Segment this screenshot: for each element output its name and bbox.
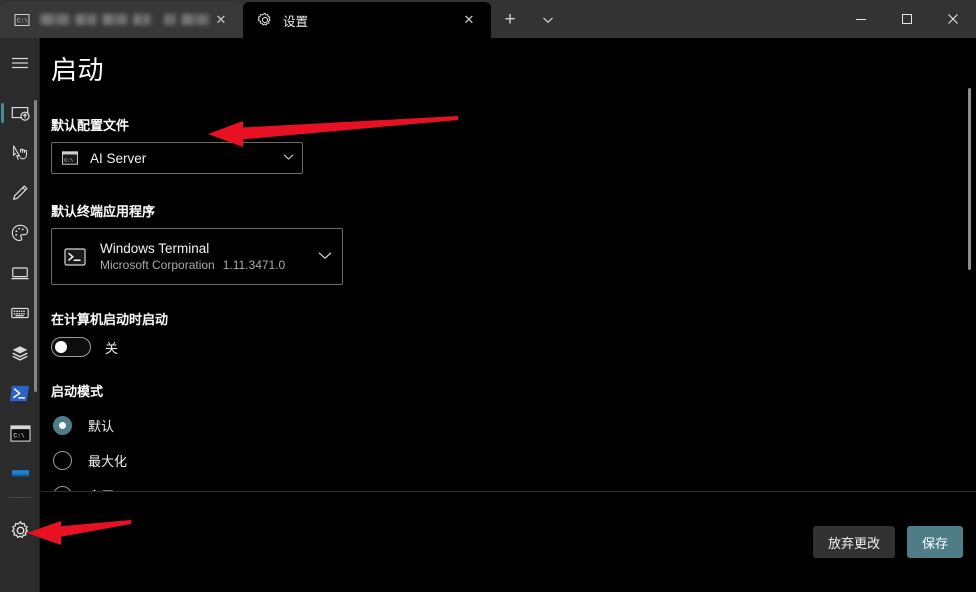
radio-maximized[interactable]: [53, 451, 72, 470]
maximize-button[interactable]: [884, 0, 930, 38]
cursor-hand-icon: [13, 145, 27, 160]
sidebar-divider: [8, 497, 31, 498]
tab-close-icon[interactable]: ✕: [457, 8, 481, 32]
tab-close-icon[interactable]: ✕: [209, 8, 233, 32]
setting-launch-mode: 启动模式 默认 最大化 全屏: [51, 381, 976, 491]
launch-on-startup-label: 在计算机启动时启动: [51, 312, 169, 327]
settings-scroll-area: 启动 默认配置文件 C:\ AI Server 默认终端应用程序 Windows…: [41, 38, 976, 492]
default-terminal-publisher-row: Microsoft Corporation 1.11.3471.0: [100, 257, 312, 274]
chevron-down-icon: [283, 153, 294, 163]
maximize-icon: [902, 14, 912, 24]
default-profile-value: AI Server: [90, 150, 147, 166]
svg-text:C:\: C:\: [13, 432, 25, 439]
discard-changes-button[interactable]: 放弃更改: [812, 526, 895, 558]
minimize-button[interactable]: [838, 0, 884, 38]
pencil-icon: [13, 185, 28, 200]
default-terminal-publisher: Microsoft Corporation: [100, 257, 215, 272]
sidebar-item-open-json-settings[interactable]: [0, 510, 40, 550]
window-controls: [838, 0, 976, 38]
radio-default[interactable]: [53, 416, 72, 435]
radio-maximized-label: 最大化: [88, 454, 128, 469]
new-tab-button[interactable]: +: [491, 2, 529, 38]
default-profile-dropdown[interactable]: C:\ AI Server: [51, 142, 303, 174]
setting-launch-on-startup: 在计算机启动时启动 关: [51, 309, 976, 357]
default-terminal-info: Windows Terminal Microsoft Corporation 1.…: [100, 240, 312, 274]
setting-default-terminal: 默认终端应用程序 Windows Terminal Microsoft Corp…: [51, 201, 976, 285]
close-window-button[interactable]: [930, 0, 976, 38]
layers-icon: [12, 346, 28, 361]
hamburger-icon: [12, 57, 28, 69]
tab-strip: C:\ ✕ 设置 ✕ +: [0, 0, 567, 38]
hamburger-menu-button[interactable]: [0, 41, 40, 85]
terminal-icon: [64, 246, 86, 268]
powershell-icon: [9, 385, 29, 401]
save-button[interactable]: 保存: [906, 526, 963, 558]
radio-default-label: 默认: [88, 419, 115, 434]
tab-terminal-session[interactable]: C:\ ✕: [0, 2, 243, 38]
close-icon: [948, 14, 958, 24]
monitor-icon: [11, 267, 29, 280]
palette-icon: [11, 224, 29, 242]
azure-icon: [11, 470, 29, 477]
default-terminal-dropdown[interactable]: Windows Terminal Microsoft Corporation 1.…: [51, 228, 343, 285]
launch-mode-option-default[interactable]: 默认: [51, 408, 976, 443]
setting-default-profile: 默认配置文件 C:\ AI Server: [51, 115, 976, 174]
sidebar-scrollbar[interactable]: [34, 100, 37, 392]
page-title: 启动: [51, 55, 105, 85]
toggle-knob: [55, 341, 67, 353]
sidebar-item-azure-cloud-shell-profile[interactable]: [0, 453, 40, 493]
windows-terminal-settings-window: C:\ ✕ 设置 ✕ + C:\ 启动 默认配置文件 C:\ AI Server…: [0, 0, 976, 592]
startup-icon: [11, 106, 30, 121]
tab-dropdown-button[interactable]: [529, 2, 567, 38]
gear-icon: [257, 12, 273, 28]
launch-on-startup-state: 关: [105, 340, 119, 356]
default-terminal-label: 默认终端应用程序: [51, 204, 156, 219]
chevron-down-icon: [543, 17, 553, 24]
launch-on-startup-row: 关: [51, 337, 976, 357]
settings-content: 启动 默认配置文件 C:\ AI Server 默认终端应用程序 Windows…: [41, 38, 976, 592]
settings-footer: 放弃更改 保存: [41, 492, 976, 592]
default-terminal-value: Windows Terminal: [100, 240, 210, 256]
launch-mode-label: 启动模式: [51, 384, 104, 399]
cmd-icon: C:\: [62, 150, 78, 166]
tab-settings[interactable]: 设置 ✕: [243, 2, 491, 38]
sidebar-item-command-prompt-profile[interactable]: C:\: [0, 413, 40, 453]
tab-label: 设置: [283, 14, 309, 29]
redacted-tab-title: [40, 14, 209, 25]
keyboard-icon: [11, 307, 29, 319]
launch-on-startup-toggle[interactable]: [51, 337, 91, 357]
default-profile-label: 默认配置文件: [51, 118, 130, 133]
launch-mode-option-maximized[interactable]: 最大化: [51, 443, 976, 478]
launch-mode-option-fullscreen[interactable]: 全屏: [51, 478, 976, 491]
minimize-icon: [856, 19, 866, 20]
chevron-down-icon: [318, 251, 332, 263]
title-bar: C:\ ✕ 设置 ✕ +: [0, 0, 976, 38]
content-scrollbar[interactable]: [968, 88, 971, 270]
gear-icon: [11, 520, 28, 538]
cmd-icon: C:\: [9, 424, 31, 442]
default-terminal-version: 1.11.3471.0: [222, 257, 286, 272]
settings-sidebar: C:\: [0, 38, 40, 592]
svg-text:C:\: C:\: [17, 18, 28, 25]
cmd-icon: C:\: [14, 12, 30, 28]
svg-text:C:\: C:\: [64, 157, 73, 163]
